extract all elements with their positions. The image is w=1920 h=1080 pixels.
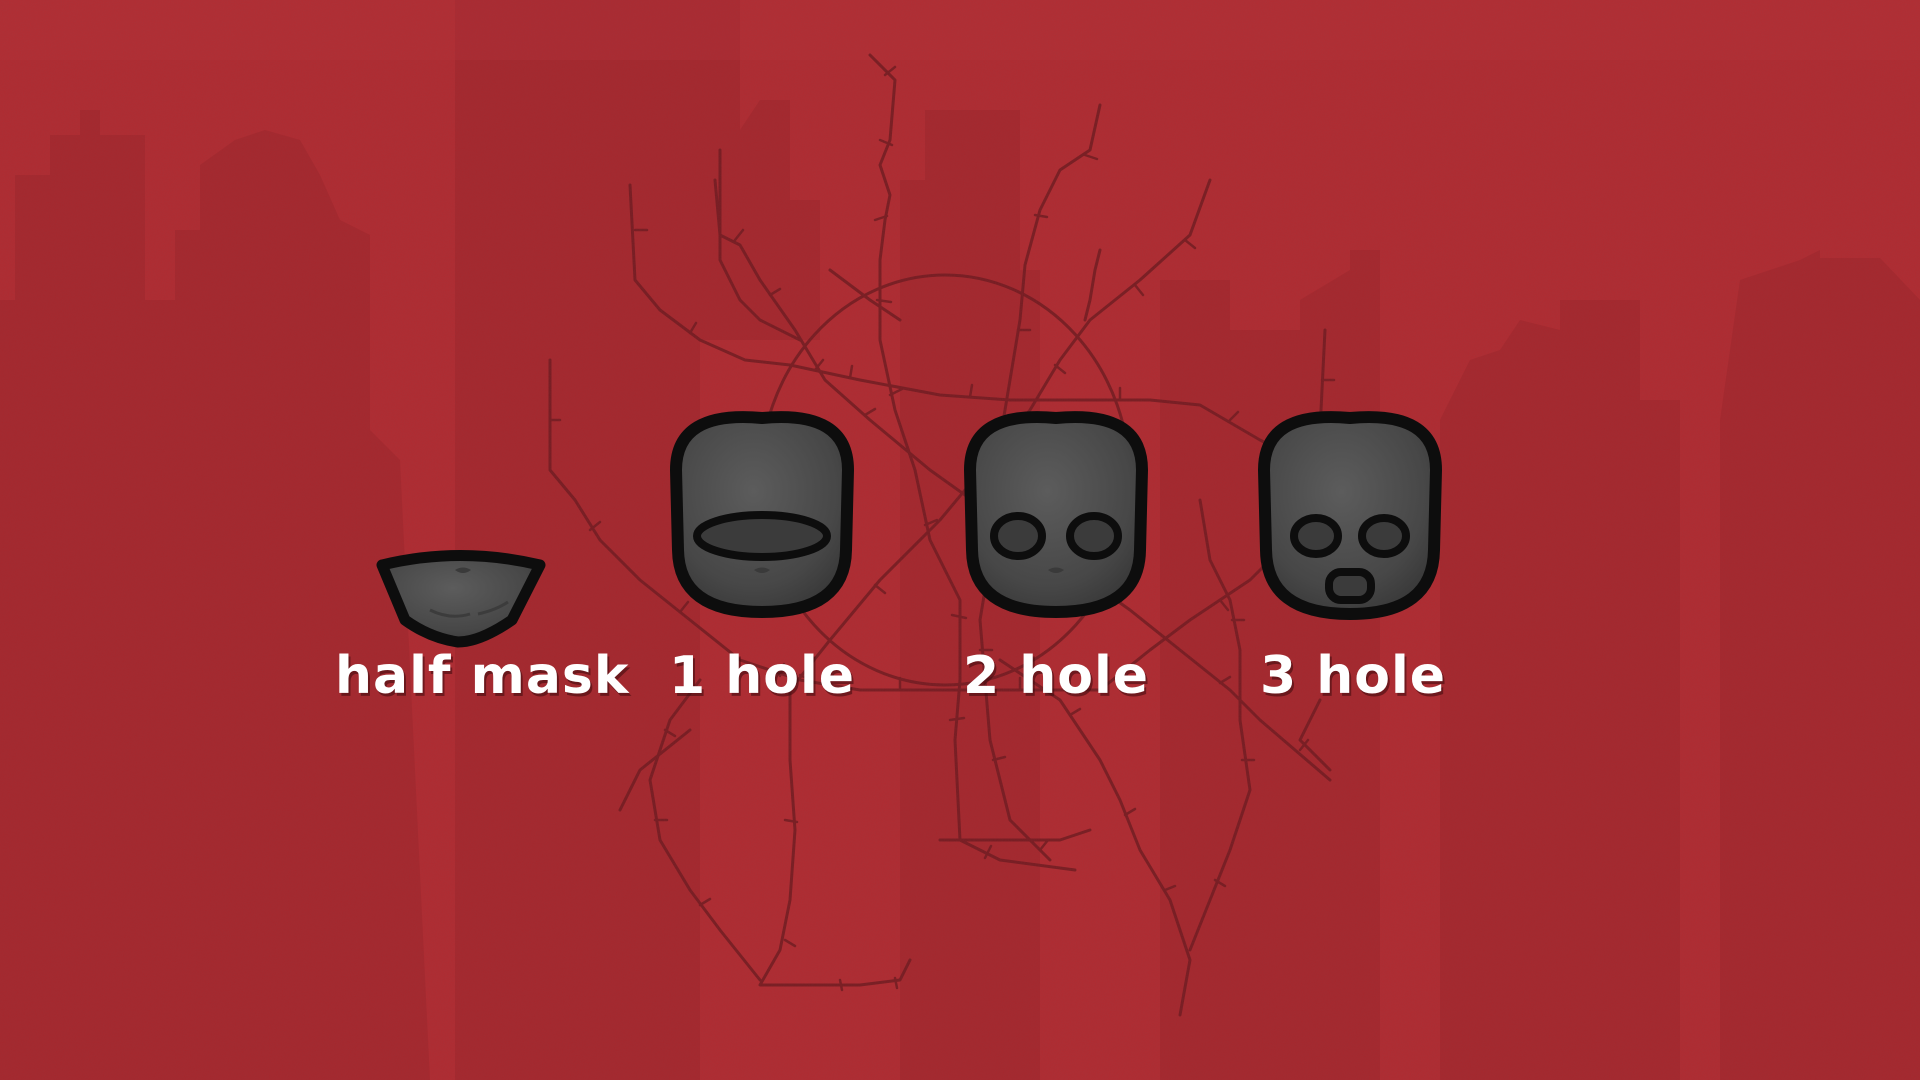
three-hole-balaclava-icon [1258, 411, 1442, 620]
two-hole-label: 2 hole [962, 646, 1150, 706]
three-hole-label: 3 hole [1259, 646, 1447, 706]
two-hole-balaclava-icon [964, 411, 1148, 618]
half-mask-label: half mask [335, 646, 630, 706]
one-hole-label: 1 hole [668, 646, 856, 706]
background-scene [0, 0, 1920, 1080]
grain-texture [0, 0, 1920, 1080]
one-hole-balaclava-icon [670, 411, 854, 618]
